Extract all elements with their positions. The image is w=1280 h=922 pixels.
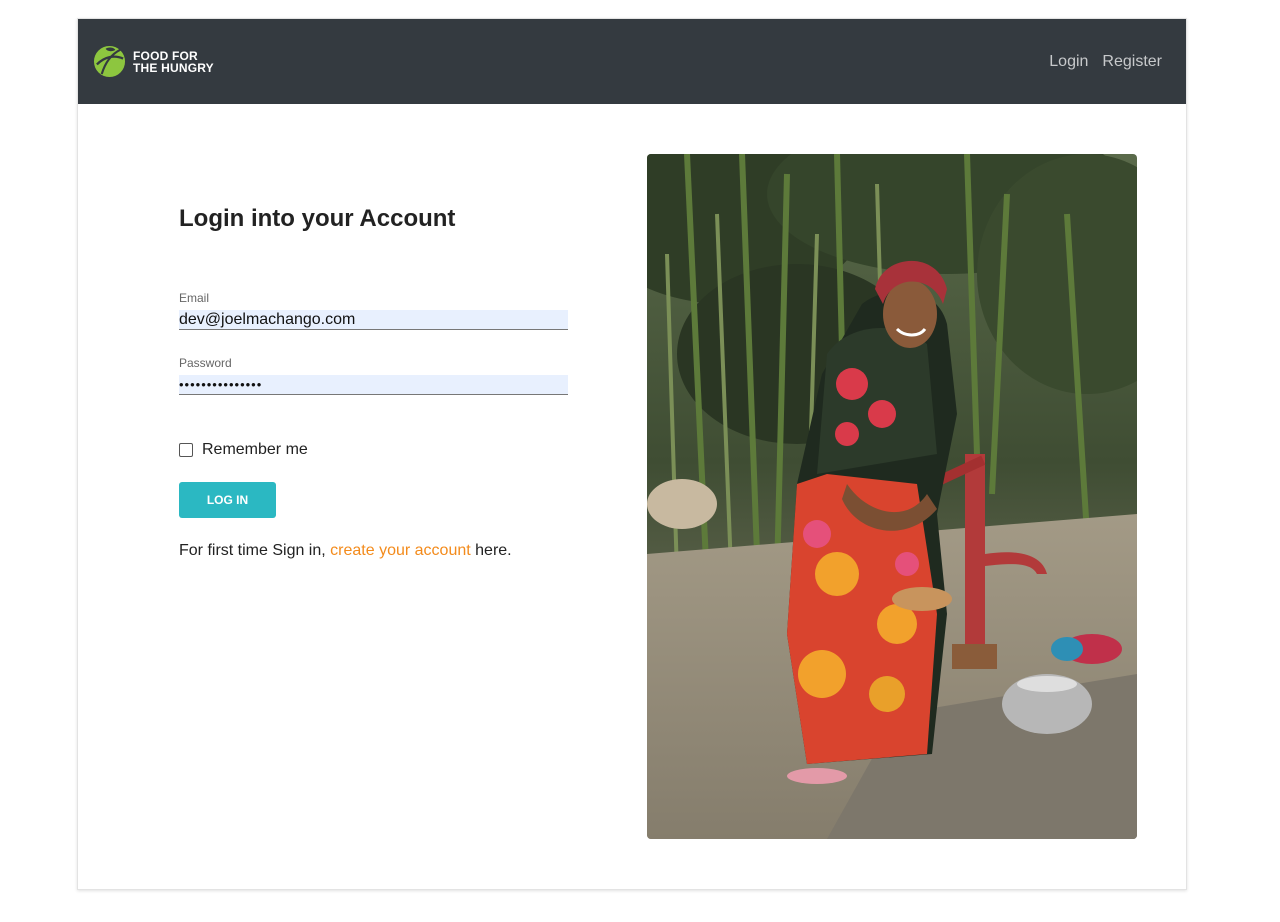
password-label: Password: [179, 356, 232, 370]
nav-login-link[interactable]: Login: [1049, 53, 1088, 71]
email-label: Email: [179, 291, 210, 305]
page-card: FOOD FOR THE HUNGRY Login Register Login…: [77, 18, 1187, 890]
password-field[interactable]: [179, 375, 568, 395]
hero-photo: [647, 154, 1137, 839]
remember-me-label: Remember me: [202, 441, 308, 458]
signup-prefix: For first time Sign in,: [179, 542, 326, 559]
create-account-link[interactable]: create your account: [330, 542, 471, 559]
brand-line-2: THE HUNGRY: [133, 60, 214, 75]
remember-me-checkbox[interactable]: [179, 443, 193, 457]
brand[interactable]: FOOD FOR THE HUNGRY: [93, 45, 214, 78]
leaf-circle-icon: [93, 45, 126, 78]
brand-name: FOOD FOR THE HUNGRY: [133, 50, 214, 74]
page-title: Login into your Account: [179, 205, 456, 232]
signup-suffix: here.: [475, 542, 512, 559]
login-button[interactable]: LOG IN: [179, 482, 276, 518]
signup-prompt: For first time Sign in, create your acco…: [179, 542, 512, 560]
photo-woman-water-pump-image: [647, 154, 1137, 839]
top-navbar: FOOD FOR THE HUNGRY Login Register: [78, 19, 1186, 104]
password-field-group: Password: [179, 356, 568, 395]
nav-links: Login Register: [1035, 53, 1162, 71]
login-form: Login into your Account Email Password R…: [179, 205, 568, 559]
email-field-group: Email: [179, 291, 568, 330]
brand-line-1: FOOD FOR: [133, 48, 198, 63]
remember-me-row[interactable]: Remember me: [179, 441, 308, 459]
nav-register-link[interactable]: Register: [1102, 53, 1162, 71]
email-field[interactable]: [179, 310, 568, 330]
